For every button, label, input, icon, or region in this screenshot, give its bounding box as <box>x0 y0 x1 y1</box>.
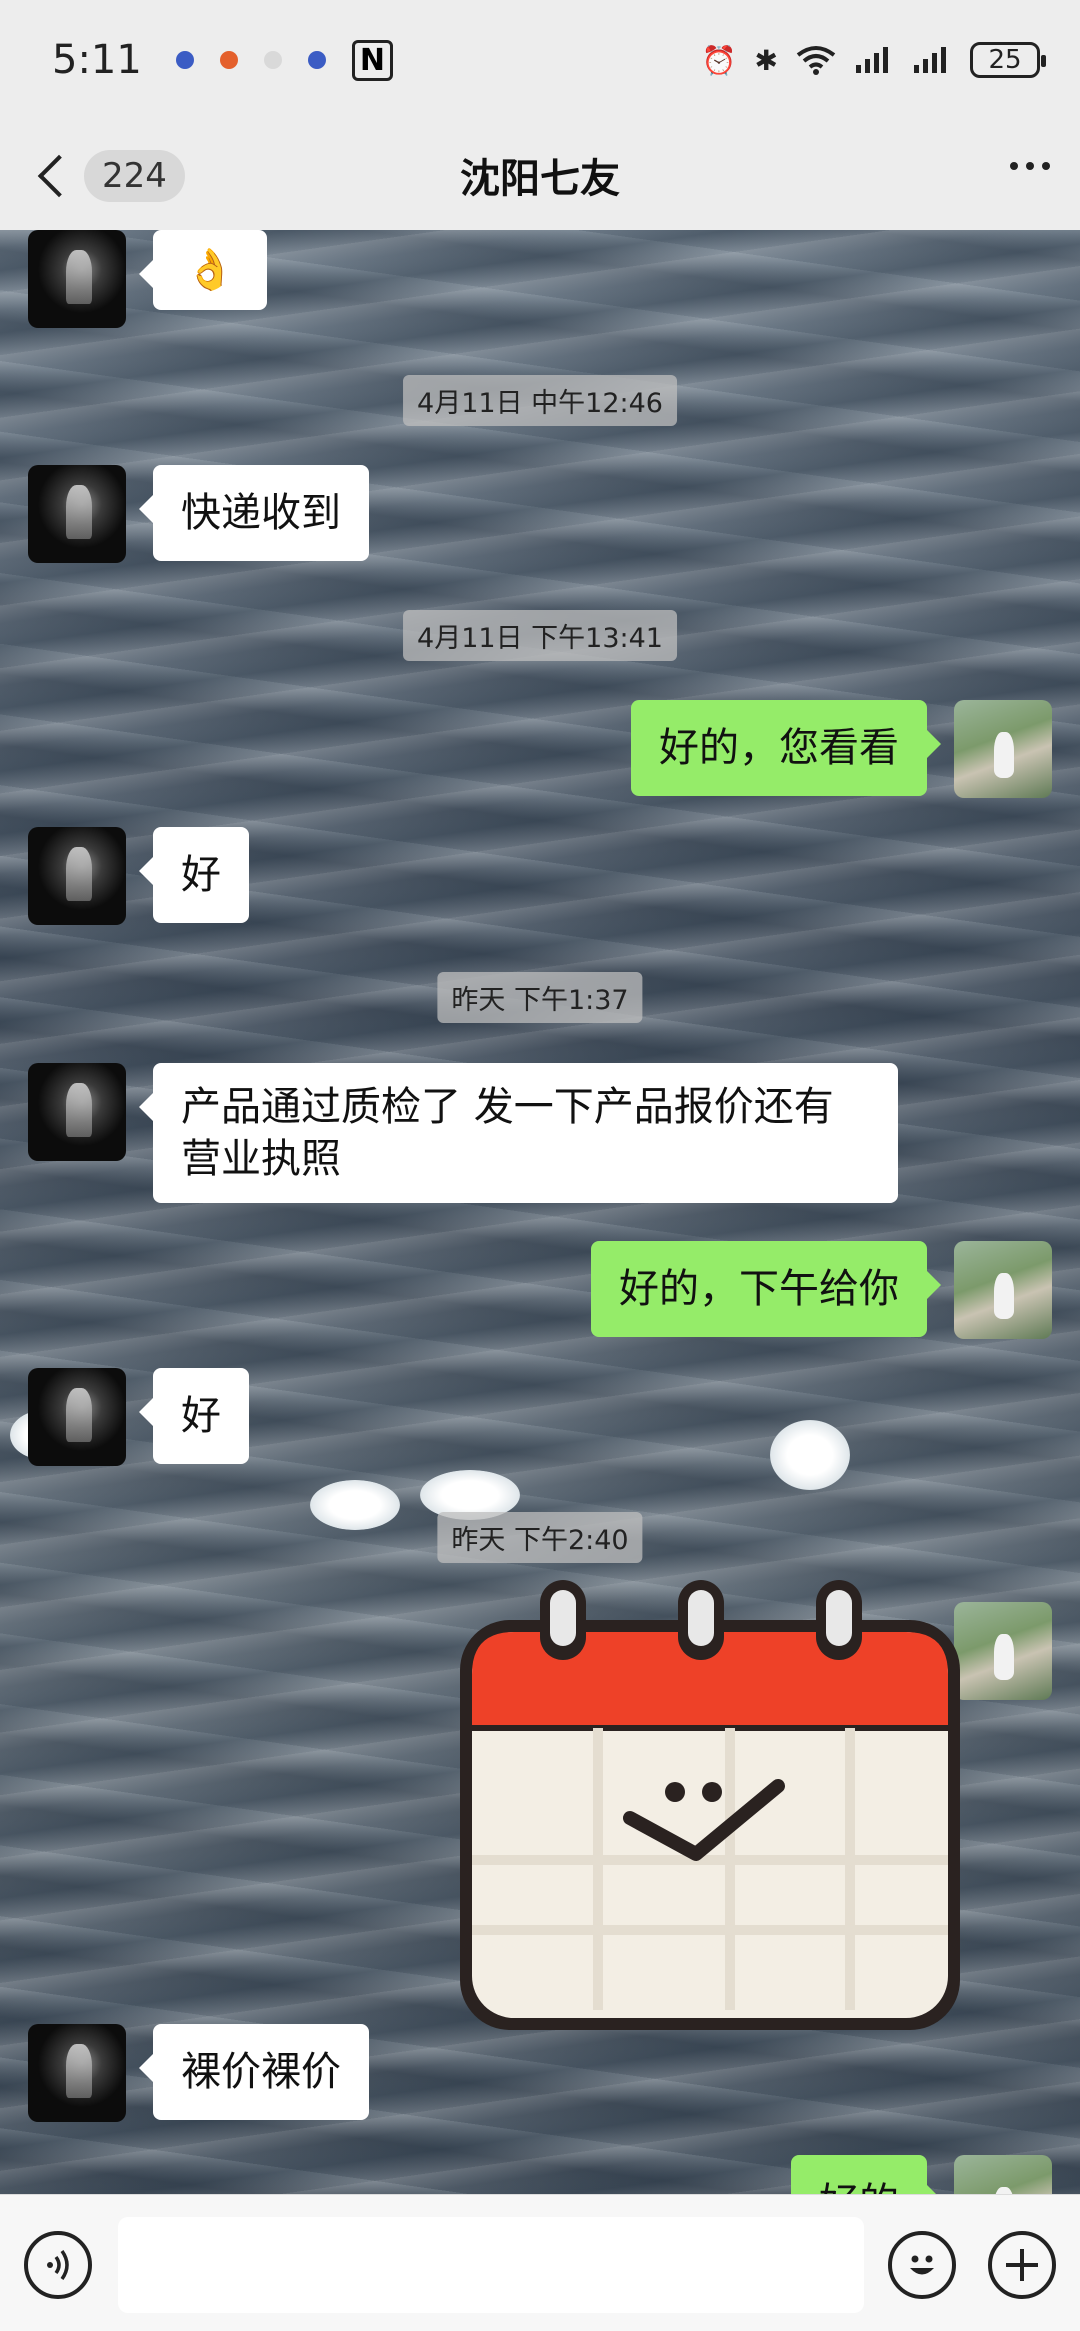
contact-avatar[interactable] <box>28 230 126 328</box>
app-notification-icon <box>263 51 282 69</box>
signal-icon <box>914 47 946 73</box>
contact-avatar[interactable] <box>28 465 126 563</box>
message-bubble-incoming[interactable]: 好 <box>139 1368 249 1464</box>
emoji-button[interactable] <box>888 2231 956 2299</box>
message-timestamp: 4月11日 中午12:46 <box>403 375 677 426</box>
bluetooth-icon: ✱ <box>754 43 778 77</box>
contact-avatar[interactable] <box>28 1063 126 1161</box>
more-dot-icon <box>1042 162 1050 170</box>
plus-icon <box>1006 2249 1038 2281</box>
message-bubble-incoming[interactable]: 好 <box>139 827 249 923</box>
chat-header: 224 沈阳七友 <box>0 120 1080 230</box>
message-bubble-incoming[interactable]: 裸价裸价 <box>139 2024 369 2120</box>
more-dot-icon <box>1010 162 1018 170</box>
nfc-icon: N <box>351 39 393 81</box>
my-avatar[interactable] <box>954 2155 1052 2194</box>
message-bubble-outgoing[interactable]: 好的，您看看 <box>631 700 941 796</box>
message-bubble-incoming[interactable]: 👌 <box>139 230 267 310</box>
message-timestamp: 4月11日 下午13:41 <box>403 610 677 661</box>
app-notification-icon <box>307 51 326 69</box>
alarm-icon: ⏰ <box>701 43 737 77</box>
more-functions-button[interactable] <box>988 2231 1056 2299</box>
message-bubble-outgoing[interactable]: 好的 <box>791 2155 941 2194</box>
contact-avatar[interactable] <box>28 2024 126 2122</box>
my-avatar[interactable] <box>954 700 1052 798</box>
message-text-input[interactable] <box>118 2217 864 2313</box>
more-dot-icon <box>1026 162 1034 170</box>
voice-icon <box>47 2249 69 2281</box>
more-options-button[interactable] <box>1010 162 1050 170</box>
app-notification-icon <box>219 51 238 69</box>
signal-icon <box>856 47 888 73</box>
my-avatar[interactable] <box>954 1241 1052 1339</box>
wallpaper-lily <box>770 1420 850 1490</box>
battery-indicator: 25 <box>970 42 1046 78</box>
chat-title: 沈阳七友 <box>460 156 620 202</box>
system-icons: ⏰ ✱ 25 <box>701 42 1046 78</box>
contact-avatar[interactable] <box>28 1368 126 1466</box>
contact-avatar[interactable] <box>28 827 126 925</box>
app-notification-icon <box>175 51 194 69</box>
voice-input-button[interactable] <box>24 2231 92 2299</box>
wallpaper-lily <box>310 1480 400 1530</box>
status-time: 5:11 <box>52 37 142 83</box>
message-input-bar <box>0 2194 1080 2331</box>
notification-icons: N <box>175 39 393 81</box>
emoji-icon <box>910 2255 934 2275</box>
message-timestamp: 昨天 下午1:37 <box>437 972 643 1023</box>
message-bubble-outgoing[interactable]: 好的，下午给你 <box>591 1241 941 1337</box>
message-timestamp: 昨天 下午2:40 <box>437 1512 643 1563</box>
message-bubble-incoming[interactable]: 产品通过质检了 发一下产品报价还有营业执照 <box>139 1063 898 1203</box>
wifi-icon <box>796 46 836 75</box>
message-list[interactable]: 👌 4月11日 中午12:46 快递收到 4月11日 下午13:41 好的，您看… <box>0 230 1080 2194</box>
message-bubble-incoming[interactable]: 快递收到 <box>139 465 369 561</box>
calendar-sticker[interactable] <box>450 1560 970 2040</box>
status-bar: 5:11 N ⏰ ✱ 25 <box>0 0 1080 120</box>
